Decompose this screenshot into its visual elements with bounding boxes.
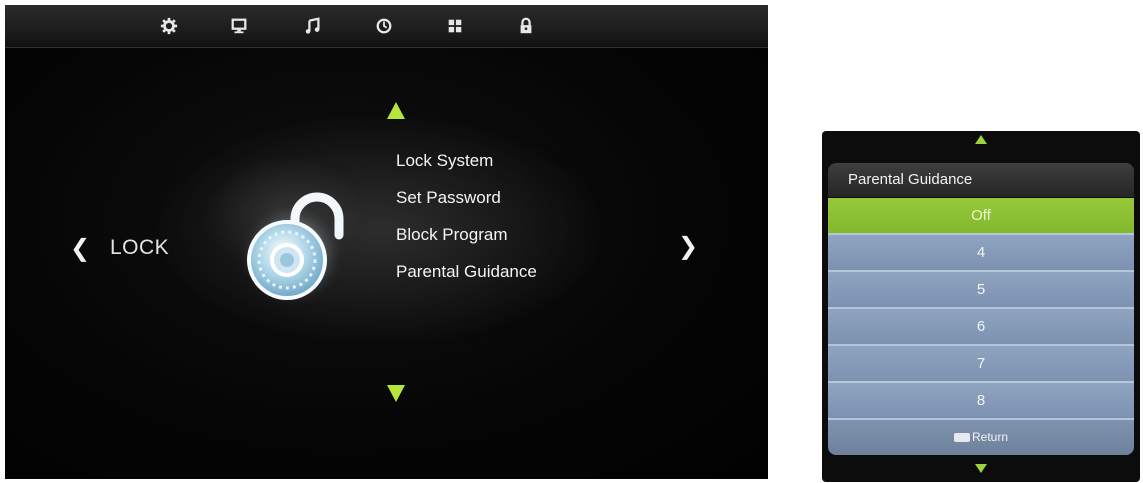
popup-title: Parental Guidance (828, 163, 1134, 197)
chevron-left-icon[interactable]: ❮ (70, 237, 90, 261)
clock-icon[interactable] (374, 16, 394, 36)
lock-icon[interactable] (516, 16, 536, 36)
top-menu-bar (5, 5, 768, 48)
scroll-down-arrow-icon[interactable] (387, 385, 405, 402)
lock-settings-menu: Lock System Set Password Block Program P… (396, 150, 537, 298)
rating-option-off[interactable]: Off (828, 198, 1134, 235)
rating-option-6[interactable]: 6 (828, 309, 1134, 346)
parental-guidance-popup: Parental Guidance Off 4 5 6 7 8 Return (822, 131, 1140, 482)
tv-lock-menu-screen: ❮ LOCK Lock System Set Password Block Pr… (5, 5, 768, 479)
settings-gear-icon[interactable] (159, 16, 179, 36)
return-hint[interactable]: Return (828, 420, 1134, 455)
menu-item-parental-guidance[interactable]: Parental Guidance (396, 261, 537, 298)
rating-options-list: Off 4 5 6 7 8 (828, 198, 1134, 420)
return-label: Return (971, 430, 1009, 444)
menu-item-set-password[interactable]: Set Password (396, 187, 537, 224)
rating-option-8[interactable]: 8 (828, 383, 1134, 420)
chevron-right-icon[interactable]: ❯ (678, 235, 698, 259)
padlock-illustration-icon (237, 185, 357, 310)
scroll-down-arrow-icon[interactable] (975, 464, 987, 473)
rating-option-7[interactable]: 7 (828, 346, 1134, 383)
menu-item-lock-system[interactable]: Lock System (396, 150, 537, 187)
music-note-icon[interactable] (303, 16, 323, 36)
monitor-icon[interactable] (229, 16, 249, 36)
rating-option-4[interactable]: 4 (828, 235, 1134, 272)
section-label: LOCK (110, 236, 170, 259)
rating-option-5[interactable]: 5 (828, 272, 1134, 309)
scroll-up-arrow-icon[interactable] (387, 102, 405, 119)
return-key-icon (953, 433, 970, 443)
grid-apps-icon[interactable] (445, 16, 465, 36)
scroll-up-arrow-icon[interactable] (975, 135, 987, 144)
menu-item-block-program[interactable]: Block Program (396, 224, 537, 261)
